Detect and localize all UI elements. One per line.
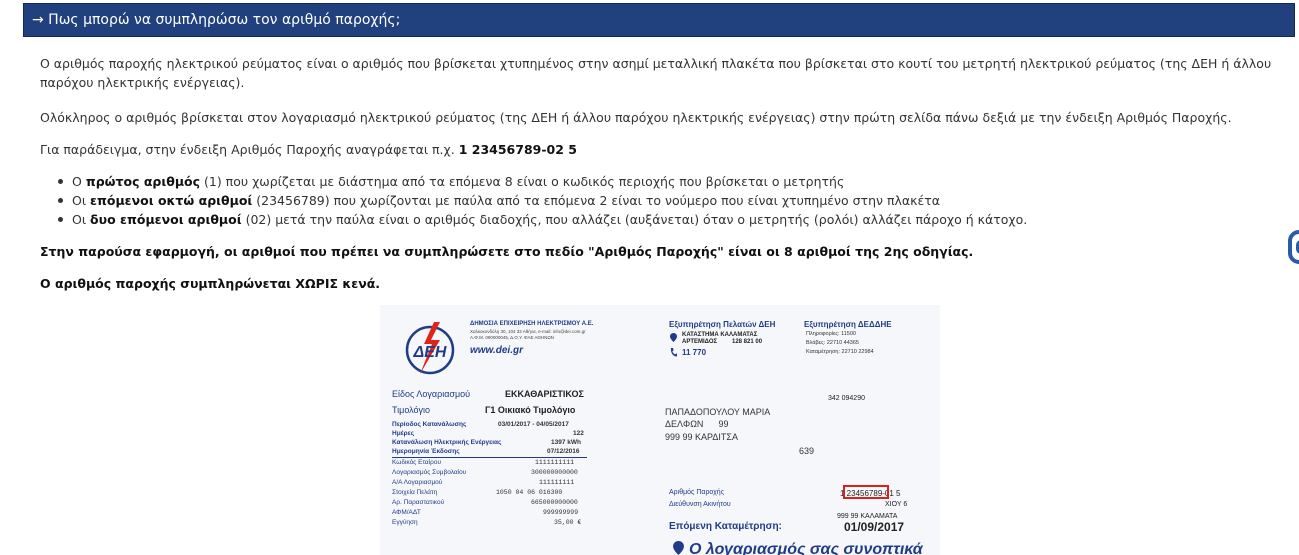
bill-row-label: Αρ. Παραστατικού — [392, 499, 445, 506]
summary-title: Ο λογαριασμός σας συνοπτικά — [689, 541, 923, 555]
example-prefix: Για παράδειγμα, στην ένδειξη Αριθμός Παρ… — [40, 142, 459, 157]
paragraph-example: Για παράδειγμα, στην ένδειξη Αριθμός Παρ… — [40, 140, 577, 159]
company-afm: Α.Φ.Μ. 090000045, Δ.Ο.Υ. ΦΑΕ ΑΘΗΝΩΝ — [470, 335, 555, 340]
bullet-icon — [58, 198, 63, 203]
paragraph-bill-location: Ολόκληρος ο αριθμός βρίσκεται στον λογαρ… — [40, 110, 1232, 125]
bill-row-label: Ημερομηνία Έκδοσης — [392, 448, 460, 455]
deddie-metering: Καταμέτρηση: 22710 22984 — [806, 349, 874, 355]
reference-number: 342 094290 — [828, 395, 865, 402]
bill-row-value: 07/12/2016 — [547, 448, 580, 455]
bill-row-label: Στοιχεία Πελάτη — [392, 489, 438, 496]
bill-row-value: 1050 04 06 016300 — [496, 489, 563, 496]
store-street: ΑΡΤΕΜΙΔΟΣ — [682, 339, 718, 345]
store-name: ΚΑΤΑΣΤΗΜΑ ΚΑΛΑΜΑΤΑΣ — [682, 332, 758, 338]
next-reading-label: Επόμενη Καταμέτρηση: — [669, 521, 782, 532]
bill-row-value: 1111111111 — [535, 459, 575, 466]
property-address-line1: ΧΙΟΥ 6 — [885, 501, 908, 508]
customer-city: 999 99 ΚΑΡΔΙΤΣΑ — [665, 432, 738, 442]
paragraph-meter-plate: Ο αριθμός παροχής ηλεκτρικού ρεύματος εί… — [40, 56, 1272, 90]
tariff-value: Γ1 Οικιακό Τιμολόγιο — [485, 405, 576, 415]
customer-code: 639 — [799, 446, 815, 456]
deddie-info: Πληροφορίες: 11500 — [806, 331, 856, 337]
supply-number-highlight-box — [843, 485, 889, 499]
supply-number-label: Αριθμός Παροχής — [669, 489, 725, 496]
list-item: Ο πρώτος αριθμός (1) που χωρίζεται με δι… — [40, 172, 1027, 191]
accessibility-icon[interactable] — [1288, 230, 1299, 264]
bill-row-value: 03/01/2017 - 04/05/2017 — [498, 421, 569, 428]
section-header-title: → Πως μπορώ να συμπληρώσω τον αριθμό παρ… — [32, 12, 401, 28]
next-reading-value: 01/09/2017 — [844, 520, 905, 534]
section-header[interactable]: → Πως μπορώ να συμπληρώσω τον αριθμό παρ… — [23, 3, 1295, 37]
bill-row-value: 665000000000 — [531, 499, 578, 506]
tariff-label: Τιμολόγιο — [392, 405, 431, 415]
phone-number: 11 770 — [682, 348, 707, 357]
bill-row-value: 111111111 — [539, 479, 575, 486]
bill-row-label: Κωδικός Εταίρου — [392, 459, 441, 466]
company-address: Χαλκοκονδύλη 30, 104 32 Αθήνα, e-mail: i… — [470, 329, 586, 334]
bill-row-value: 1397 kWh — [551, 439, 581, 446]
divider — [392, 457, 587, 458]
account-type-value: ΕΚΚΑΘΑΡΙΣΤΙΚΟΣ — [505, 389, 584, 399]
list-item: Οι επόμενοι οκτώ αριθμοί (23456789) που … — [40, 191, 1027, 210]
company-name: ΔΗΜΟΣΙΑ ΕΠΙΧΕΙΡΗΣΗ ΗΛΕΚΤΡΙΣΜΟΥ Α.Ε. — [470, 321, 594, 327]
phone-icon — [670, 348, 677, 357]
bill-row-label: Ημέρες — [392, 430, 415, 437]
dei-logo-icon: ΔΕΗ — [405, 322, 455, 375]
location-pin-icon — [670, 333, 677, 342]
deddie-title: Εξυπηρέτηση ΔΕΔΔΗΕ — [804, 320, 892, 329]
bill-sample-image: ΔΕΗ ΔΗΜΟΣΙΑ ΕΠΙΧΕΙΡΗΣΗ ΗΛΕΚΤΡΙΣΜΟΥ Α.Ε. … — [380, 305, 940, 555]
bill-row-label: Λογαριασμός Συμβολαίου — [392, 469, 467, 476]
customer-street: ΔΕΛΦΩΝ 99 — [665, 419, 729, 429]
svg-text:ΔΕΗ: ΔΕΗ — [413, 344, 447, 361]
example-number: 1 23456789-02 5 — [458, 142, 577, 157]
bill-row-value: 122 — [573, 430, 584, 437]
bill-row-label: Εγγύηση — [392, 519, 418, 526]
bill-row-value: 999999999 — [543, 509, 579, 516]
deddie-faults: Βλάβες: 22710 44365 — [806, 340, 859, 346]
bill-row-label: Α/Α Λογαριασμού — [392, 479, 443, 486]
bill-row-value: 35,00 € — [554, 519, 582, 526]
company-website: www.dei.gr — [470, 345, 523, 356]
instruction-eight-digits: Στην παρούσα εφαρμογή, οι αριθμοί που πρ… — [40, 244, 974, 259]
instruction-no-spaces: Ο αριθμός παροχής συμπληρώνεται ΧΩΡΙΣ κε… — [40, 276, 381, 291]
list-item: Οι δυο επόμενοι αριθμοί (02) μετά την πα… — [40, 210, 1027, 229]
bill-row-value: 300000000000 — [531, 469, 578, 476]
store-number: 128 821 00 — [732, 339, 763, 345]
bullet-icon — [58, 179, 63, 184]
account-type-label: Είδος Λογαριασμού — [392, 389, 471, 399]
bill-row-label: ΑΦΜ/ΑΔΤ — [392, 509, 421, 516]
service-title: Εξυπηρέτηση Πελατών ΔΕΗ — [669, 320, 776, 329]
digit-explanation-list: Ο πρώτος αριθμός (1) που χωρίζεται με δι… — [40, 172, 1027, 229]
bill-row-label: Κατανάλωση Ηλεκτρικής Ενέργειας — [392, 439, 502, 446]
bullet-icon — [58, 217, 63, 222]
customer-name: ΠΑΠΑΔΟΠΟΥΛΟΥ ΜΑΡΙΑ — [665, 407, 771, 417]
property-address-label: Διεύθυνση Ακινήτου — [669, 501, 731, 508]
property-address-line2: 999 99 ΚΑΛΑΜΑΤΑ — [837, 513, 898, 520]
bill-row-label: Περίοδος Κατανάλωσης — [392, 421, 467, 428]
location-pin-icon — [673, 541, 684, 555]
